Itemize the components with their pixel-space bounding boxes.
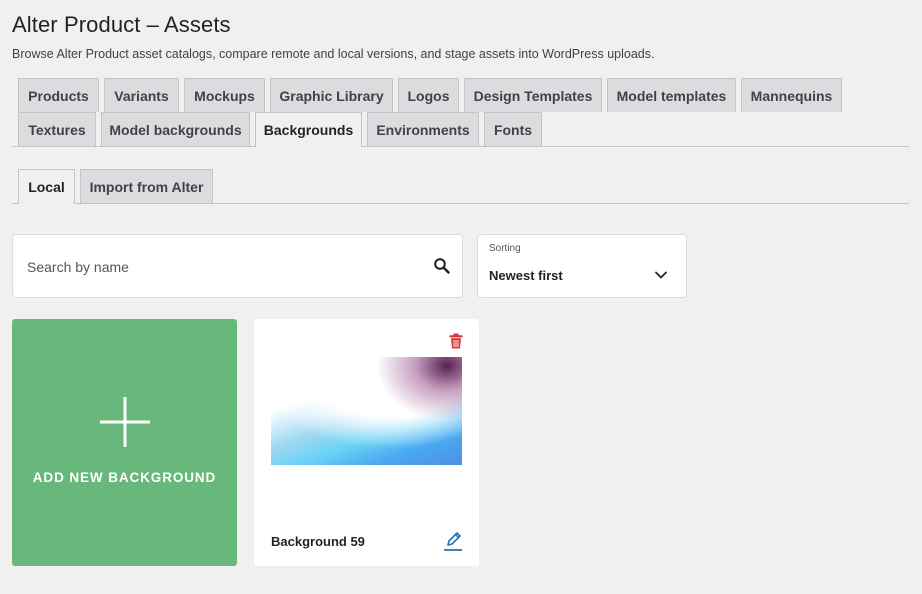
- main-tabs-divider: [12, 146, 909, 147]
- background-thumbnail[interactable]: [271, 357, 462, 465]
- tab-fonts[interactable]: Fonts: [484, 112, 542, 146]
- plus-icon: [100, 397, 150, 447]
- subtab-import-from-alter[interactable]: Import from Alter: [80, 169, 213, 203]
- pencil-icon[interactable]: [443, 530, 463, 552]
- tab-graphic-library[interactable]: Graphic Library: [270, 78, 393, 112]
- tab-design-templates[interactable]: Design Templates: [464, 78, 602, 112]
- tab-model-backgrounds[interactable]: Model backgrounds: [101, 112, 250, 146]
- search-icon[interactable]: [433, 257, 451, 275]
- search-input[interactable]: [27, 255, 417, 279]
- subtab-local[interactable]: Local: [18, 169, 75, 204]
- sorting-value: Newest first: [489, 268, 563, 283]
- tab-model-templates[interactable]: Model templates: [607, 78, 736, 112]
- sorting-select[interactable]: Sorting Newest first: [477, 234, 687, 298]
- tab-textures[interactable]: Textures: [18, 112, 96, 146]
- add-new-background-label: ADD NEW BACKGROUND: [32, 470, 217, 485]
- tab-backgrounds[interactable]: Backgrounds: [255, 112, 362, 147]
- tab-products[interactable]: Products: [18, 78, 99, 112]
- sub-tabs-divider: [12, 203, 909, 204]
- background-name: Background 59: [271, 534, 365, 549]
- chevron-down-icon: [655, 271, 667, 279]
- tab-mockups[interactable]: Mockups: [184, 78, 265, 112]
- sorting-label: Sorting: [489, 243, 521, 254]
- tab-variants[interactable]: Variants: [104, 78, 179, 112]
- search-box: [12, 234, 463, 298]
- tab-mannequins[interactable]: Mannequins: [741, 78, 842, 112]
- trash-icon[interactable]: [449, 333, 463, 349]
- background-card: Background 59: [254, 319, 479, 566]
- page-title: Alter Product – Assets: [12, 12, 231, 37]
- page-description: Browse Alter Product asset catalogs, com…: [12, 47, 655, 61]
- add-new-background-card[interactable]: ADD NEW BACKGROUND: [12, 319, 237, 566]
- tab-logos[interactable]: Logos: [398, 78, 459, 112]
- tab-environments[interactable]: Environments: [367, 112, 479, 146]
